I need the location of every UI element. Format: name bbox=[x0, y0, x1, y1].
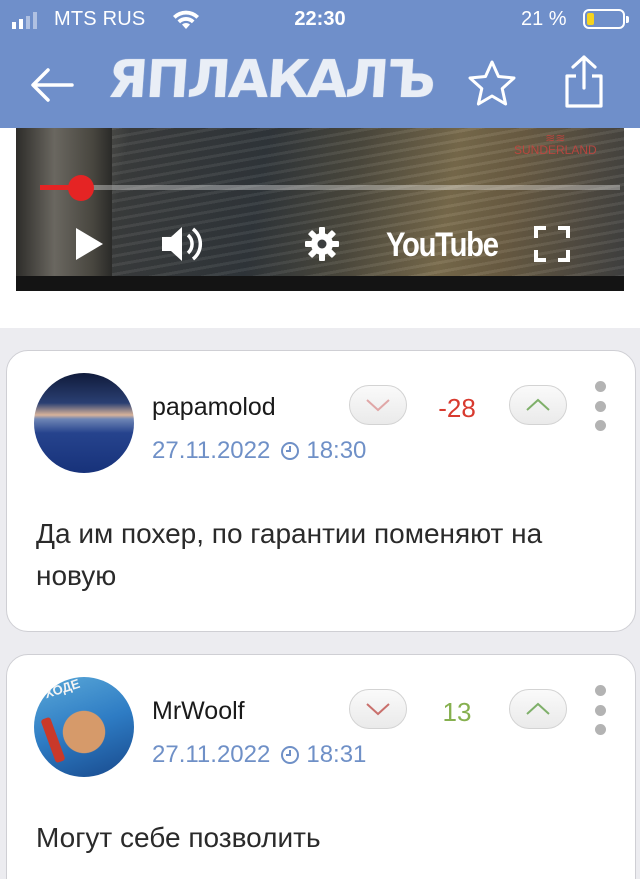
vote-down-button[interactable] bbox=[349, 689, 407, 729]
comment-time: 18:31 bbox=[306, 741, 367, 768]
play-icon[interactable] bbox=[72, 225, 106, 263]
star-outline-icon[interactable] bbox=[466, 58, 518, 110]
user-avatar[interactable] bbox=[34, 373, 134, 473]
youtube-logo-button[interactable]: YouTube bbox=[386, 226, 499, 265]
comment-datetime: 27.11.2022 18:31 bbox=[152, 741, 366, 769]
video-watermark: ≋≋ SUNDERLAND bbox=[514, 131, 597, 157]
user-avatar[interactable]: ХОДЕ bbox=[34, 677, 134, 777]
comment-score: -28 bbox=[438, 393, 476, 423]
battery-icon bbox=[583, 9, 629, 29]
chevron-up-icon bbox=[526, 398, 550, 411]
fullscreen-icon[interactable] bbox=[534, 226, 570, 262]
chevron-down-icon bbox=[366, 399, 390, 412]
chevron-up-icon bbox=[526, 702, 550, 715]
more-options-icon[interactable] bbox=[592, 685, 608, 735]
clock-icon bbox=[281, 746, 300, 764]
app-header: MTS RUS 22:30 21 % ЯПЛАКАЛЪ bbox=[0, 0, 640, 128]
comment-score: 13 bbox=[442, 697, 472, 727]
video-bottom-strip bbox=[16, 276, 624, 291]
status-bar: MTS RUS 22:30 21 % bbox=[0, 0, 640, 40]
comment-text: Да им похер, по гарантии поменяют на нов… bbox=[36, 518, 543, 591]
chevron-down-icon bbox=[366, 703, 390, 716]
share-icon[interactable] bbox=[559, 54, 609, 110]
comment-username[interactable]: MrWoolf bbox=[152, 697, 245, 726]
video-scrubber-handle[interactable] bbox=[68, 175, 94, 201]
vote-up-button[interactable] bbox=[509, 385, 567, 425]
video-progress-bar[interactable] bbox=[40, 185, 620, 190]
comment-date: 27.11.2022 bbox=[152, 437, 271, 464]
comment-card: ХОДЕ MrWoolf 27.11.2022 18:31 13 Могут с… bbox=[6, 654, 636, 879]
comment-time: 18:30 bbox=[306, 437, 367, 464]
settings-gear-icon[interactable] bbox=[304, 226, 340, 262]
comment-datetime: 27.11.2022 18:30 bbox=[152, 437, 366, 465]
comment-card: papamolod 27.11.2022 18:30 -28 Да им пох… bbox=[6, 350, 636, 632]
logo-text: ЯПЛАКАЛЪ bbox=[105, 50, 436, 110]
comment-username[interactable]: papamolod bbox=[152, 393, 276, 422]
comment-date: 27.11.2022 bbox=[152, 741, 271, 768]
volume-icon[interactable] bbox=[160, 224, 204, 264]
vote-up-button[interactable] bbox=[509, 689, 567, 729]
clock-icon bbox=[281, 442, 300, 460]
back-arrow-icon[interactable] bbox=[26, 60, 78, 110]
vote-down-button[interactable] bbox=[349, 385, 407, 425]
more-options-icon[interactable] bbox=[592, 381, 608, 431]
youtube-video-player[interactable]: ≋≋ SUNDERLAND YouTube bbox=[16, 128, 624, 291]
comment-text: Могут себе позволить bbox=[36, 822, 321, 853]
battery-percent: 21 % bbox=[521, 8, 567, 30]
site-logo[interactable]: ЯПЛАКАЛЪ bbox=[105, 48, 438, 112]
